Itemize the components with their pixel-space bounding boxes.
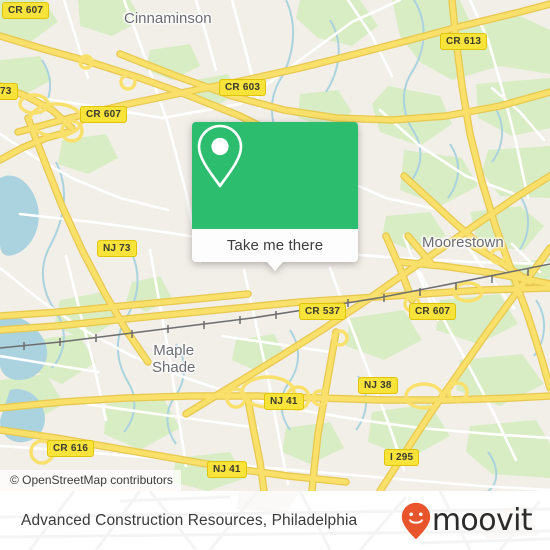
map-pin-icon xyxy=(197,124,243,188)
moovit-map-screenshot: CR 607 73 CR 603 CR 613 CR 607 NJ 73 CR 537 CR … xyxy=(0,0,550,550)
road-shield: CR 607 xyxy=(80,106,128,123)
road-shield: NJ 41 xyxy=(264,393,304,410)
road-shield: NJ 41 xyxy=(207,461,247,478)
place-title: Advanced Construction Resources, Philade… xyxy=(21,511,358,529)
road-shield: 73 xyxy=(0,83,18,100)
take-me-there-button[interactable]: Take me there xyxy=(192,229,358,271)
popup-body xyxy=(192,122,358,229)
road-shield: NJ 73 xyxy=(97,240,137,257)
road-shield: CR 607 xyxy=(409,303,457,320)
place-label: Maple Shade xyxy=(152,342,195,376)
place-label-line: Shade xyxy=(152,359,196,376)
moovit-pin-smiley-icon xyxy=(401,502,431,539)
popup-tail xyxy=(267,262,283,271)
place-label-line: Moorestown xyxy=(422,234,504,251)
moovit-wordmark: moovit xyxy=(431,502,533,538)
road-shield: CR 616 xyxy=(47,440,95,457)
moovit-logo[interactable]: moovit xyxy=(401,502,533,540)
place-label: Moorestown xyxy=(422,234,504,251)
road-shield: CR 613 xyxy=(440,33,488,50)
map-canvas[interactable]: CR 607 73 CR 603 CR 613 CR 607 NJ 73 CR 537 CR … xyxy=(0,0,550,491)
footer-bar: Advanced Construction Resources, Philade… xyxy=(0,491,550,550)
road-shield: CR 607 xyxy=(2,2,50,19)
road-shield: NJ 38 xyxy=(358,377,398,394)
place-label-line: Maple xyxy=(153,342,195,359)
take-me-there-label: Take me there xyxy=(226,237,324,254)
place-label-line: Cinnaminson xyxy=(124,10,212,27)
take-me-there-popup[interactable]: Take me there xyxy=(192,122,358,271)
road-shield: I 295 xyxy=(384,449,420,466)
osm-attribution[interactable]: © OpenStreetMap contributors xyxy=(0,470,181,491)
place-label: Cinnaminson xyxy=(124,10,212,27)
road-shield: CR 537 xyxy=(299,303,347,320)
road-shield: CR 603 xyxy=(219,79,267,96)
